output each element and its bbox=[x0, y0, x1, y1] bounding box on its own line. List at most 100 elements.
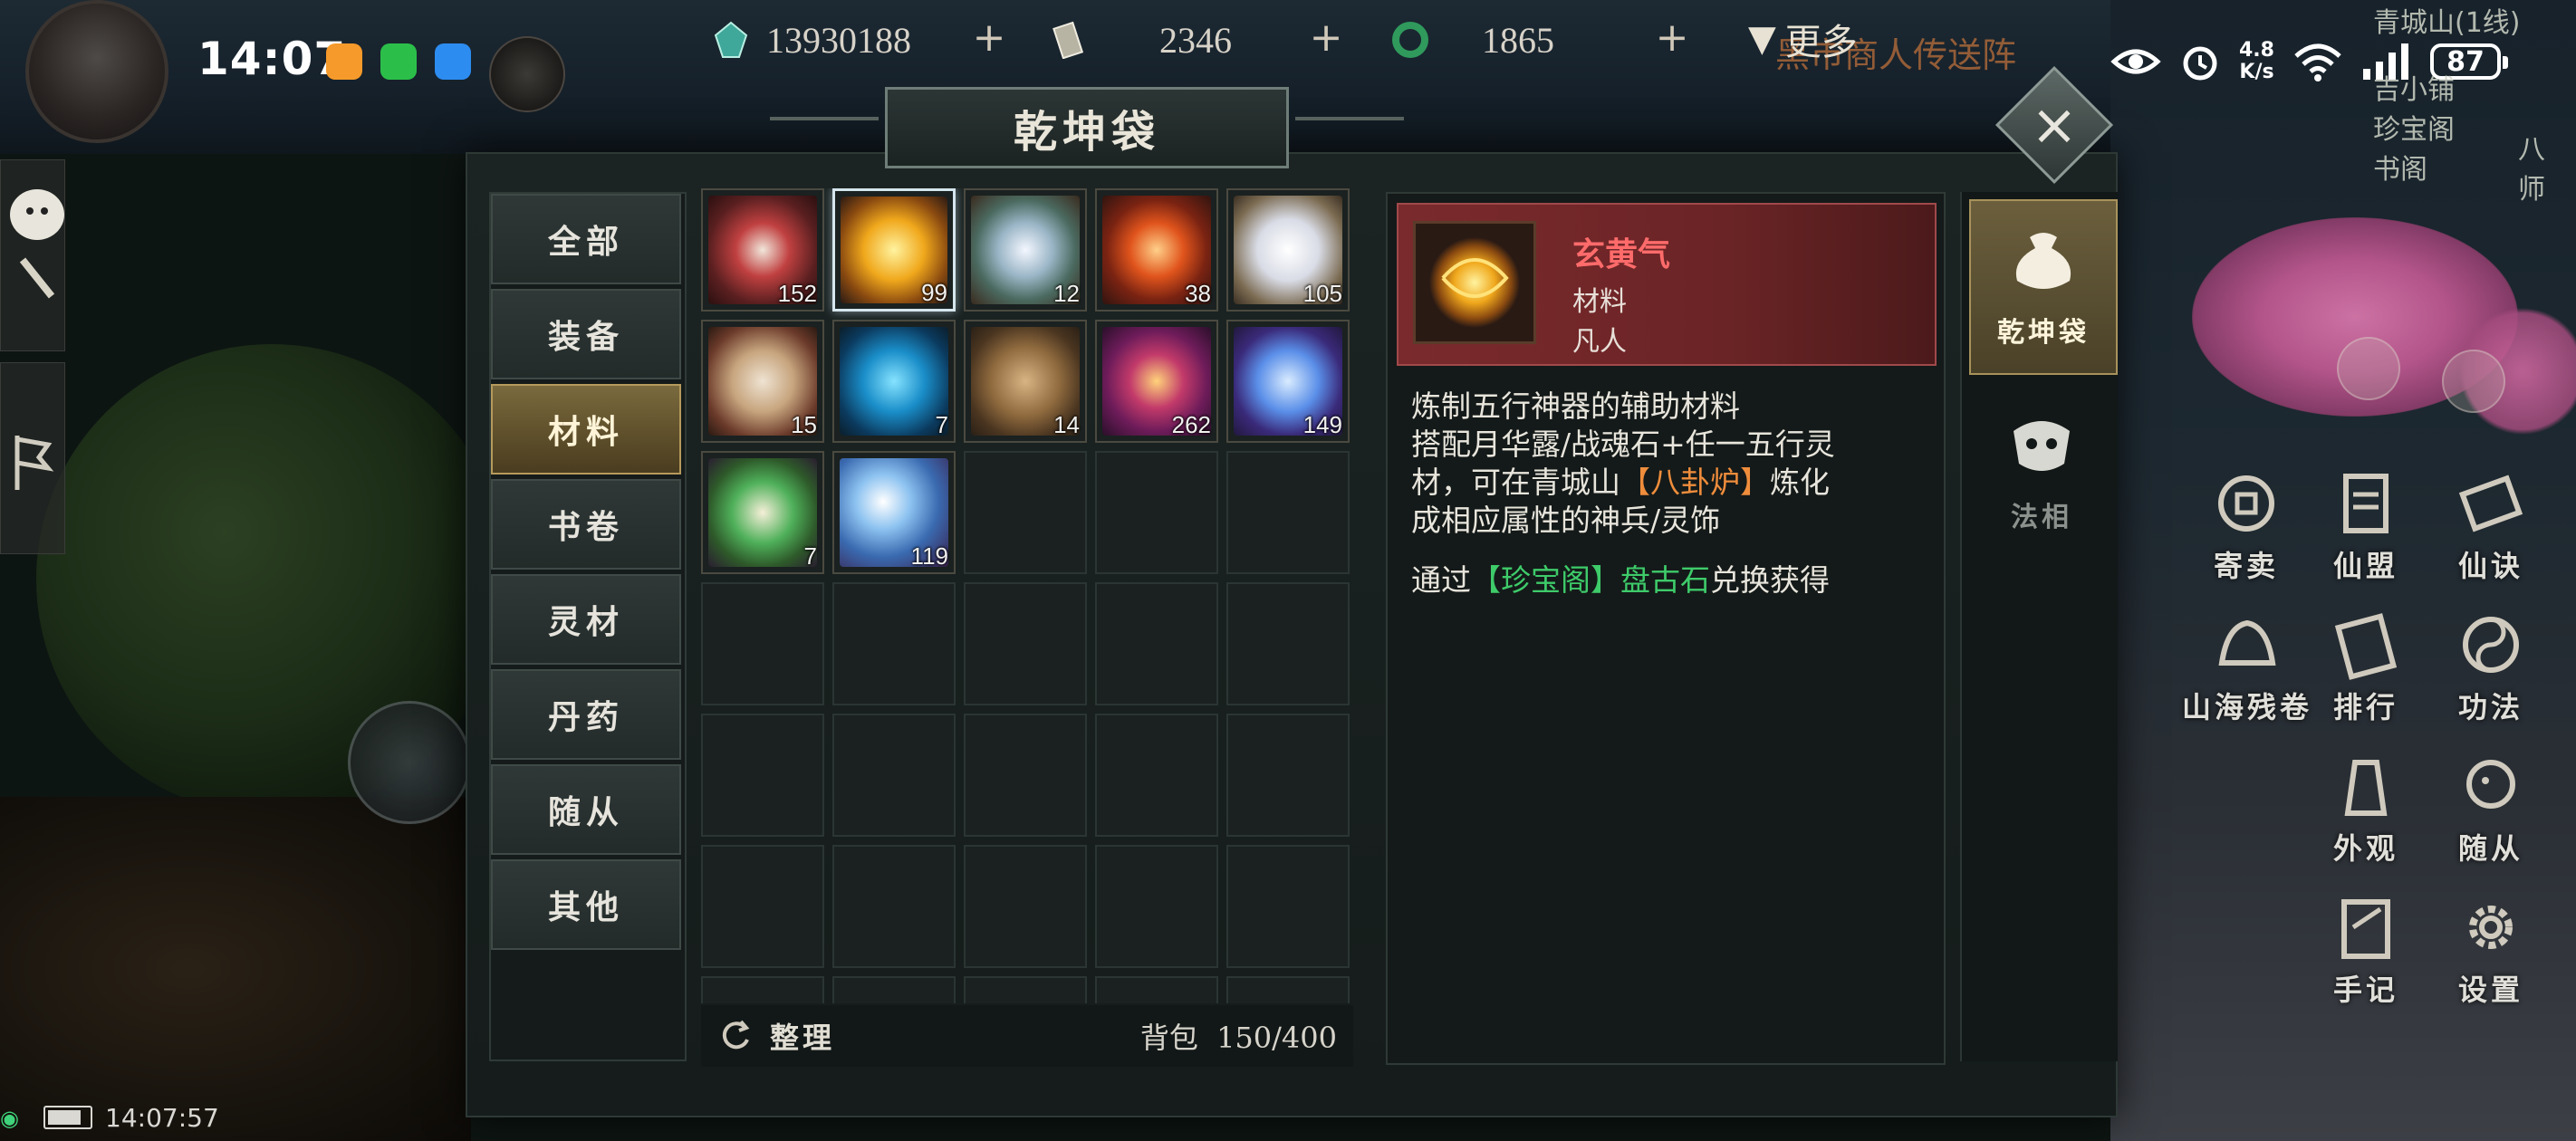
inventory-slot[interactable] bbox=[964, 845, 1087, 968]
menu-notes[interactable]: 手记 bbox=[2312, 891, 2420, 1009]
minimap-labels[interactable]: 青城山(1线) 吉小铺 珍宝阁 书阁 八师 bbox=[2373, 0, 2545, 206]
menu-settings[interactable]: 设置 bbox=[2437, 891, 2545, 1009]
menu-consign[interactable]: 寄卖 bbox=[2192, 467, 2301, 585]
net-speed: 4.8 K/s bbox=[2239, 40, 2274, 83]
inventory-slot[interactable] bbox=[1095, 976, 1218, 1003]
inventory-slot[interactable] bbox=[701, 582, 824, 705]
jade-gem-icon bbox=[714, 21, 748, 58]
inventory-slot[interactable] bbox=[701, 714, 824, 837]
currency-ring: 1865 bbox=[1391, 13, 1554, 67]
add-ring-button[interactable]: + bbox=[1650, 16, 1694, 60]
inventory-slot[interactable]: 99 bbox=[832, 188, 956, 312]
panel-title-bar: 乾坤袋 bbox=[770, 87, 1404, 168]
notebook-icon bbox=[2341, 899, 2390, 959]
tab-spirit-materials[interactable]: 灵材 bbox=[491, 574, 681, 665]
desc-line: 材，可在青城山【八卦炉】炼化 bbox=[1411, 464, 1927, 502]
inventory-slot[interactable] bbox=[964, 714, 1087, 837]
tab-equipment[interactable]: 装备 bbox=[491, 289, 681, 379]
inventory-slot[interactable] bbox=[1095, 845, 1218, 968]
desc-highlight-treasure: 【珍宝阁】盘古石 bbox=[1471, 562, 1710, 598]
minimap-label-shop: 吉小铺 bbox=[2373, 74, 2455, 106]
bag-label: 背包 bbox=[1139, 1021, 1198, 1055]
add-scroll-button[interactable]: + bbox=[1304, 16, 1348, 60]
movement-joystick[interactable] bbox=[348, 701, 471, 824]
tab-all[interactable]: 全部 bbox=[491, 194, 681, 284]
menu-skill-art[interactable]: 仙诀 bbox=[2437, 467, 2545, 585]
item-rank: 凡人 bbox=[1572, 326, 1627, 358]
sort-button[interactable]: 整理 bbox=[717, 1015, 835, 1057]
tab-pills[interactable]: 丹药 bbox=[491, 669, 681, 760]
menu-ranking[interactable]: 排行 bbox=[2312, 609, 2420, 726]
golden-qi-orb-icon bbox=[1413, 221, 1536, 344]
currency-scroll-value: 2346 bbox=[1159, 19, 1232, 61]
menu-settings-label: 设置 bbox=[2457, 973, 2523, 1007]
inventory-slot[interactable] bbox=[832, 976, 956, 1003]
inventory-slot[interactable]: 38 bbox=[1095, 188, 1218, 312]
event-spiral-button[interactable] bbox=[2442, 350, 2505, 413]
inventory-slot[interactable]: 15 bbox=[701, 320, 824, 443]
item-count: 14 bbox=[1053, 411, 1080, 438]
inventory-slot[interactable]: 262 bbox=[1095, 320, 1218, 443]
panel-title: 乾坤袋 bbox=[1013, 107, 1160, 158]
inventory-slot[interactable] bbox=[1095, 451, 1218, 574]
tab-qiankun-pouch[interactable]: 乾坤袋 bbox=[1969, 199, 2118, 375]
inventory-slot[interactable] bbox=[1226, 451, 1350, 574]
bag-value: 150/400 bbox=[1216, 1021, 1337, 1055]
blue-wind-icon bbox=[840, 327, 948, 436]
menu-companion[interactable]: 随从 bbox=[2437, 750, 2545, 868]
inventory-slot[interactable] bbox=[1095, 582, 1218, 705]
tab-others[interactable]: 其他 bbox=[491, 859, 681, 950]
more-button[interactable]: ▼ 更多 bbox=[1748, 13, 1858, 65]
menu-alliance[interactable]: 仙盟 bbox=[2312, 467, 2420, 585]
inventory-slot[interactable]: 119 bbox=[832, 451, 956, 574]
inventory-slot[interactable] bbox=[964, 582, 1087, 705]
tab-materials[interactable]: 材料 bbox=[491, 384, 681, 475]
wifi-icon bbox=[2294, 43, 2341, 82]
inventory-slot[interactable] bbox=[964, 976, 1087, 1003]
inventory-slot[interactable] bbox=[1226, 714, 1350, 837]
menu-notes-label: 手记 bbox=[2332, 973, 2398, 1007]
inventory-slot[interactable] bbox=[1226, 582, 1350, 705]
inventory-slot[interactable] bbox=[832, 845, 956, 968]
inventory-slot[interactable]: 149 bbox=[1226, 320, 1350, 443]
inventory-slot[interactable] bbox=[1226, 845, 1350, 968]
tab-dharma-form[interactable]: 法相 bbox=[1969, 386, 2114, 558]
inventory-slot[interactable] bbox=[964, 451, 1087, 574]
desc-text: 通过 bbox=[1411, 562, 1471, 598]
inventory-slot[interactable] bbox=[832, 714, 956, 837]
team-tab[interactable] bbox=[0, 362, 65, 554]
menu-appearance[interactable]: 外观 bbox=[2312, 750, 2420, 868]
yin-yang-icon bbox=[2463, 617, 2519, 673]
item-count: 38 bbox=[1185, 280, 1211, 307]
inventory-slot[interactable] bbox=[1095, 714, 1218, 837]
cloud-app-icon bbox=[435, 43, 471, 80]
menu-alliance-label: 仙盟 bbox=[2332, 549, 2398, 583]
bottom-clock: 14:07:57 bbox=[105, 1102, 219, 1133]
item-description: 炼制五行神器的辅助材料 搭配月华露/战魂石+任一五行灵 材，可在青城山【八卦炉】… bbox=[1411, 388, 1927, 599]
event-pouch-button[interactable] bbox=[2337, 337, 2400, 400]
item-count: 152 bbox=[777, 280, 817, 307]
item-count: 15 bbox=[791, 411, 817, 438]
inventory-slot[interactable]: 152 bbox=[701, 188, 824, 312]
inventory-slot[interactable] bbox=[832, 582, 956, 705]
inventory-slot[interactable] bbox=[701, 976, 824, 1003]
tab-books[interactable]: 书卷 bbox=[491, 479, 681, 570]
inventory-slot[interactable]: 14 bbox=[964, 320, 1087, 443]
scroll-skill-icon bbox=[2458, 475, 2523, 532]
inventory-slot[interactable] bbox=[1226, 976, 1350, 1003]
inventory-slot[interactable]: 7 bbox=[701, 451, 824, 574]
inventory-slot[interactable]: 105 bbox=[1226, 188, 1350, 312]
quest-tracker-tab[interactable] bbox=[0, 159, 65, 351]
tab-companions[interactable]: 随从 bbox=[491, 764, 681, 855]
inventory-slot[interactable]: 7 bbox=[832, 320, 956, 443]
gear-icon bbox=[2469, 906, 2513, 949]
inventory-slot[interactable] bbox=[701, 845, 824, 968]
inventory-slot[interactable]: 12 bbox=[964, 188, 1087, 312]
currency-ring-value: 1865 bbox=[1482, 19, 1554, 61]
menu-mountain-sea-label: 山海残卷 bbox=[2181, 690, 2312, 724]
flag-icon bbox=[14, 436, 54, 490]
menu-cultivation[interactable]: 功法 bbox=[2437, 609, 2545, 726]
menu-mountain-sea[interactable]: 山海残卷 bbox=[2170, 609, 2324, 726]
ghost-icon bbox=[10, 189, 64, 299]
add-jade-button[interactable]: + bbox=[967, 16, 1011, 60]
